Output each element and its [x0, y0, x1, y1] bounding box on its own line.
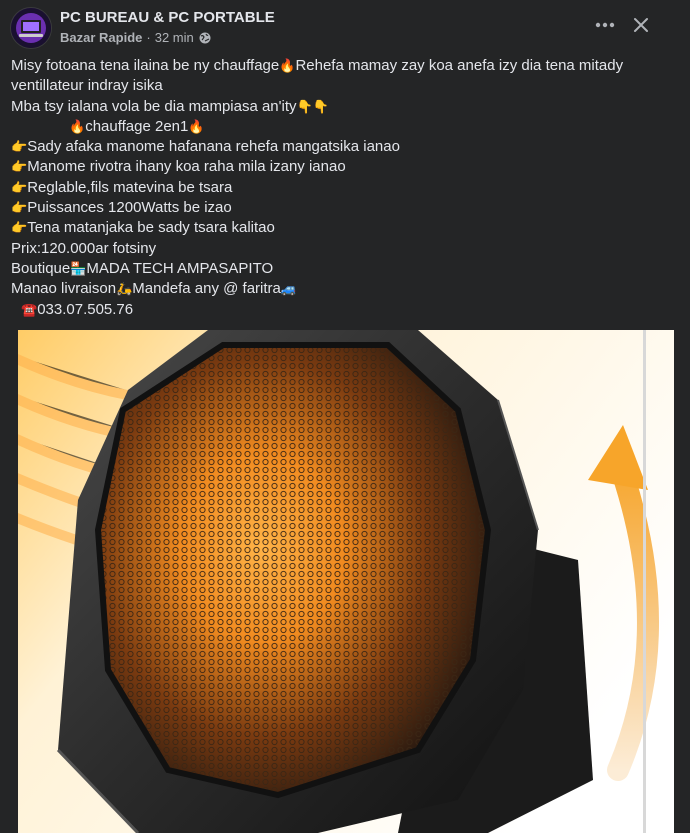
telephone-icon: ☎️ — [21, 301, 38, 317]
message-text: Misy fotoana tena ilaina be ny chauffage — [11, 57, 280, 74]
shop-icon: 🏪 — [70, 260, 87, 276]
post-header: PC BUREAU & PC PORTABLE Bazar Rapide · 3… — [0, 0, 690, 54]
meta-separator: · — [146, 30, 151, 45]
post-message: Misy fotoana tena ilaina be ny chauffage… — [11, 56, 671, 320]
message-text: Manome rivotra ihany koa raha mila izany… — [27, 158, 346, 176]
scooter-icon: 🛵 — [116, 281, 133, 297]
fire-icon: 🔥 — [279, 58, 296, 73]
message-text: Sady afaka manome hafanana rehefa mangat… — [27, 138, 400, 156]
message-line-1: Misy fotoana tena ilaina be ny chauffage… — [11, 56, 671, 97]
message-line-6: 👉Reglable,fils matevina be tsara — [11, 178, 671, 198]
message-line-8: 👉Tena matanjaka be sady tsara kalitao — [11, 218, 671, 238]
message-text: Mba tsy ialana vola be dia mampiasa an'i… — [11, 97, 297, 115]
message-line-4: 👉Sady afaka manome hafanana rehefa manga… — [11, 137, 671, 157]
pointing-right-icon: 👉 — [11, 159, 28, 175]
post-time-link[interactable]: 32 min — [155, 30, 194, 45]
message-line-9: Prix:120.000ar fotsiny — [11, 239, 671, 259]
message-line-3: 🔥chauffage 2en1🔥 — [11, 117, 671, 137]
message-text: Prix:120.000ar fotsiny — [11, 239, 157, 257]
page-name-link[interactable]: PC BUREAU & PC PORTABLE — [60, 9, 275, 26]
message-line-5: 👉Manome rivotra ihany koa raha mila izan… — [11, 157, 671, 177]
pointing-right-icon: 👉 — [11, 200, 28, 216]
avatar-graphic — [11, 8, 51, 48]
close-button[interactable] — [628, 12, 654, 38]
message-text: Mandefa any @ faritra — [132, 280, 281, 298]
post-card: PC BUREAU & PC PORTABLE Bazar Rapide · 3… — [0, 0, 690, 833]
globe-icon — [199, 32, 211, 44]
post-meta: Bazar Rapide · 32 min — [60, 30, 211, 45]
phone-number: 033.07.505.76 — [37, 300, 134, 318]
message-line-12: ☎️033.07.505.76 — [11, 300, 671, 320]
more-options-button[interactable] — [590, 12, 620, 38]
post-image[interactable] — [18, 330, 674, 833]
more-horizontal-icon — [595, 22, 615, 28]
message-text: Tena matanjaka be sady tsara kalitao — [27, 219, 275, 237]
pointing-right-icon: 👉 — [11, 139, 28, 155]
fire-icon: 🔥 — [188, 118, 205, 134]
heater-product-image — [18, 330, 674, 833]
message-text: Manao livraison — [11, 280, 117, 298]
close-icon — [634, 18, 648, 32]
car-icon: 🚙 — [280, 281, 298, 297]
fire-icon: 🔥 — [69, 118, 86, 134]
message-line-2: Mba tsy ialana vola be dia mampiasa an'i… — [11, 97, 671, 117]
message-text: MADA TECH AMPASAPITO — [86, 259, 274, 277]
message-line-7: 👉Puissances 1200Watts be izao — [11, 198, 671, 218]
group-name-link[interactable]: Bazar Rapide — [60, 30, 142, 45]
message-text: chauffage 2en1 — [85, 117, 189, 135]
message-text: Puissances 1200Watts be izao — [27, 199, 232, 217]
pointing-right-icon: 👉 — [11, 220, 28, 236]
message-line-10: Boutique🏪MADA TECH AMPASAPITO — [11, 259, 671, 279]
message-text: Boutique — [11, 259, 71, 277]
pointing-right-icon: 👉 — [11, 179, 28, 195]
pointing-down-icon: 👇👇 — [296, 98, 329, 114]
message-text: Reglable,fils matevina be tsara — [27, 178, 233, 196]
message-line-11: Manao livraison🛵Mandefa any @ faritra🚙 — [11, 279, 671, 299]
page-avatar[interactable] — [10, 7, 52, 49]
